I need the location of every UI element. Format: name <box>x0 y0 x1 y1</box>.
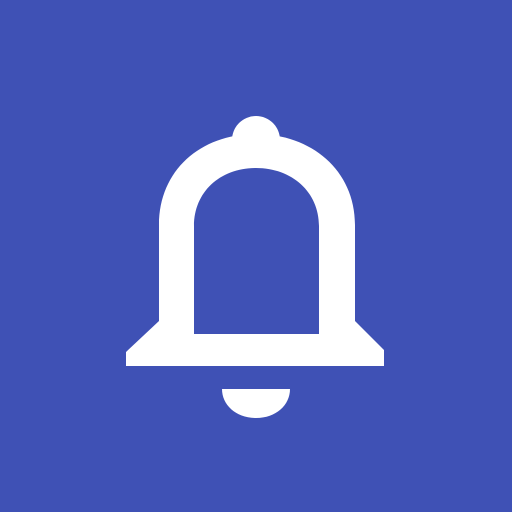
icon-background <box>0 0 512 512</box>
bell-icon <box>0 0 512 512</box>
app-icon <box>0 0 512 512</box>
